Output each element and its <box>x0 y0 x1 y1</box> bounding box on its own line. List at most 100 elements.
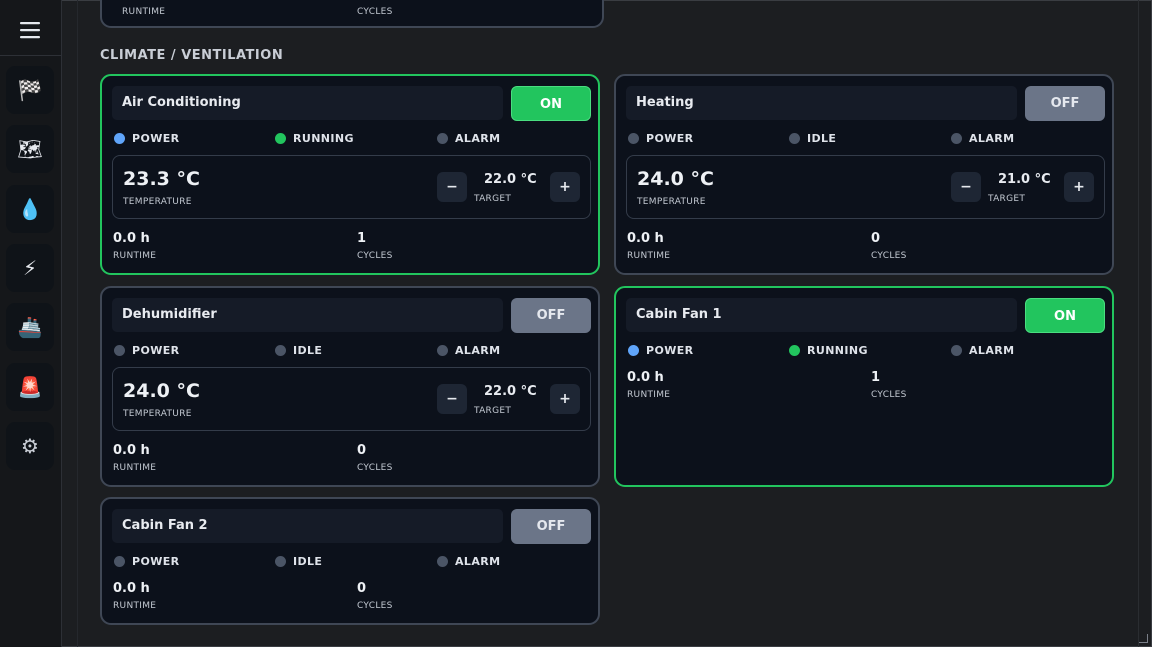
power-indicator: POWER <box>114 342 180 358</box>
nav-race-button[interactable]: 🏁 <box>6 66 54 114</box>
status-dot-icon <box>437 132 448 144</box>
status-dot-icon <box>114 555 125 567</box>
ship-icon: 🚢 <box>17 315 43 339</box>
indicator-label: ALARM <box>455 343 501 357</box>
alarm-indicator: ALARM <box>951 342 1014 358</box>
nav-vessel-button[interactable]: 🚢 <box>6 303 54 351</box>
status-dot-icon <box>275 132 286 144</box>
cycles-value: 0 <box>357 581 367 596</box>
status-dot-icon <box>437 344 448 356</box>
water-drop-icon: 💧 <box>17 197 43 221</box>
alarm-siren-icon: 🚨 <box>17 375 43 399</box>
status-dot-icon <box>951 132 962 144</box>
heating-card: Heating OFF POWER IDLE ALARM 24.0 °C TEM… <box>614 74 1114 275</box>
indicator-label: POWER <box>646 131 694 145</box>
target-label: TARGET <box>474 406 512 416</box>
sidebar-divider <box>0 55 61 56</box>
previous-card-partial: RUNTIME CYCLES <box>100 0 604 28</box>
indicator-label: IDLE <box>293 343 323 357</box>
sidebar: 🏁 🗺 💧 ⚡ 🚢 🚨 ⚙ <box>0 0 62 647</box>
nav-power-button[interactable]: ⚡ <box>6 244 54 292</box>
cycles-label: CYCLES <box>357 7 393 17</box>
cycles-value: 1 <box>871 370 881 385</box>
status-dot-icon <box>114 344 125 356</box>
power-toggle-button[interactable]: OFF <box>511 509 591 544</box>
map-icon: 🗺 <box>17 137 43 161</box>
cycles-value: 1 <box>357 231 367 246</box>
indicator-label: ALARM <box>969 131 1015 145</box>
runtime-value: 0.0 h <box>627 231 664 246</box>
status-dot-icon <box>114 132 125 144</box>
running-indicator: RUNNING <box>789 342 868 358</box>
target-temperature: 21.0 °C <box>998 172 1051 187</box>
idle-indicator: IDLE <box>275 553 322 569</box>
nav-settings-button[interactable]: ⚙ <box>6 422 54 470</box>
menu-button[interactable] <box>8 8 52 52</box>
cabin-fan-1-card: Cabin Fan 1 ON POWER RUNNING ALARM 0.0 h… <box>614 286 1114 487</box>
status-dot-icon <box>789 344 800 356</box>
runtime-value: 0.0 h <box>113 581 150 596</box>
decrease-target-button[interactable]: − <box>437 172 467 202</box>
runtime-label: RUNTIME <box>113 601 157 611</box>
target-temperature: 22.0 °C <box>484 384 537 399</box>
status-dot-icon <box>275 344 286 356</box>
target-label: TARGET <box>474 194 512 204</box>
temperature-panel: 24.0 °C TEMPERATURE − 21.0 °C TARGET + <box>626 155 1105 219</box>
power-indicator: POWER <box>628 342 694 358</box>
increase-target-button[interactable]: + <box>550 172 580 202</box>
power-toggle-button[interactable]: OFF <box>511 298 591 333</box>
indicator-label: ALARM <box>969 343 1015 357</box>
temperature-label: TEMPERATURE <box>123 409 192 419</box>
content-divider <box>77 0 78 647</box>
runtime-label: RUNTIME <box>627 390 671 400</box>
power-toggle-button[interactable]: ON <box>511 86 591 121</box>
indicator-label: RUNNING <box>807 343 868 357</box>
scrollbar[interactable] <box>1138 0 1139 647</box>
temperature-label: TEMPERATURE <box>123 197 192 207</box>
indicator-label: POWER <box>646 343 694 357</box>
running-indicator: RUNNING <box>275 130 354 146</box>
card-title: Air Conditioning <box>112 86 503 120</box>
runtime-value: 0.0 h <box>113 443 150 458</box>
cycles-value: 0 <box>871 231 881 246</box>
cycles-label: CYCLES <box>357 463 393 473</box>
current-temperature: 24.0 °C <box>637 168 714 190</box>
status-dot-icon <box>275 555 286 567</box>
alarm-indicator: ALARM <box>437 553 500 569</box>
alarm-indicator: ALARM <box>951 130 1014 146</box>
status-dot-icon <box>628 132 639 144</box>
lightning-icon: ⚡ <box>22 256 38 280</box>
decrease-target-button[interactable]: − <box>951 172 981 202</box>
checkered-flag-icon: 🏁 <box>17 78 43 102</box>
cycles-label: CYCLES <box>871 390 907 400</box>
target-label: TARGET <box>988 194 1026 204</box>
nav-map-button[interactable]: 🗺 <box>6 125 54 173</box>
resize-grip-icon[interactable] <box>1139 634 1148 643</box>
status-dot-icon <box>951 344 962 356</box>
indicator-label: POWER <box>132 131 180 145</box>
indicator-label: POWER <box>132 554 180 568</box>
indicator-label: IDLE <box>807 131 837 145</box>
nav-alarms-button[interactable]: 🚨 <box>6 363 54 411</box>
power-indicator: POWER <box>114 553 180 569</box>
increase-target-button[interactable]: + <box>1064 172 1094 202</box>
power-toggle-button[interactable]: OFF <box>1025 86 1105 121</box>
air-conditioning-card: Air Conditioning ON POWER RUNNING ALARM … <box>100 74 600 275</box>
card-title: Cabin Fan 1 <box>626 298 1017 332</box>
alarm-indicator: ALARM <box>437 130 500 146</box>
nav-water-button[interactable]: 💧 <box>6 185 54 233</box>
increase-target-button[interactable]: + <box>550 384 580 414</box>
current-temperature: 23.3 °C <box>123 168 200 190</box>
status-dot-icon <box>789 132 800 144</box>
status-dot-icon <box>628 344 639 356</box>
indicator-label: RUNNING <box>293 131 354 145</box>
temperature-label: TEMPERATURE <box>637 197 706 207</box>
decrease-target-button[interactable]: − <box>437 384 467 414</box>
target-temperature: 22.0 °C <box>484 172 537 187</box>
indicator-label: ALARM <box>455 554 501 568</box>
card-title: Heating <box>626 86 1017 120</box>
power-toggle-button[interactable]: ON <box>1025 298 1105 333</box>
runtime-value: 0.0 h <box>627 370 664 385</box>
cycles-label: CYCLES <box>357 251 393 261</box>
runtime-label: RUNTIME <box>122 7 166 17</box>
